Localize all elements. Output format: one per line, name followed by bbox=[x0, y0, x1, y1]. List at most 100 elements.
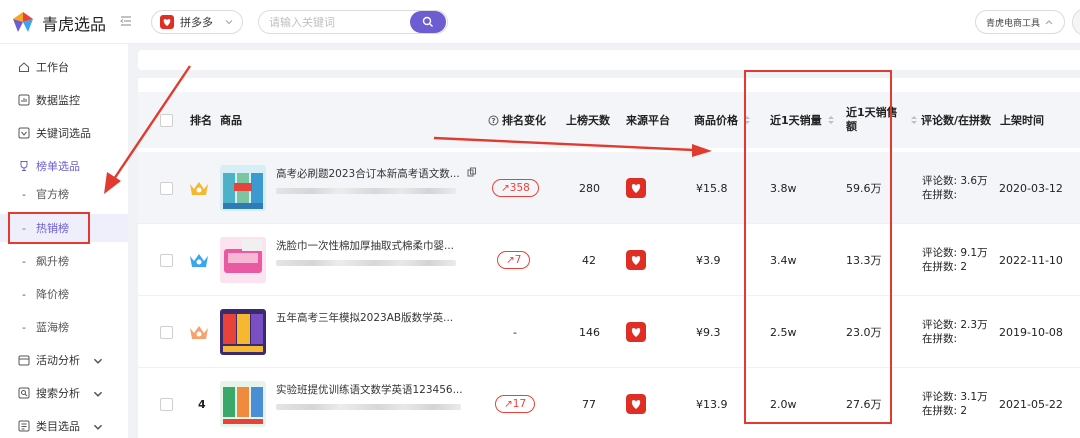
col-product: 商品 bbox=[220, 114, 242, 127]
col-rank-change[interactable]: ? 排名变化 bbox=[488, 92, 546, 148]
rank-crown-orange-icon bbox=[188, 296, 210, 368]
table-row[interactable]: 洗脸巾一次性棉加厚抽取式棉柔巾婴... ↗7 42 ¥3.9 3.4w 13.3… bbox=[138, 224, 1080, 296]
sidebar-item-ranking[interactable]: 榜单选品 bbox=[0, 151, 128, 181]
comment-count: 评论数: 3.1万 bbox=[922, 391, 988, 403]
row-checkbox[interactable] bbox=[160, 224, 173, 296]
copy-icon[interactable] bbox=[467, 167, 477, 177]
rank-change: - bbox=[513, 325, 517, 339]
sidebar-sub-label: 飙升榜 bbox=[35, 255, 69, 268]
sidebar-sub-blue-ocean[interactable]: - 蓝海榜 bbox=[0, 313, 128, 341]
sidebar-item-label: 搜索分析 bbox=[36, 387, 80, 400]
calendar-icon bbox=[18, 355, 30, 366]
sidebar-item-activity[interactable]: 活动分析 bbox=[0, 345, 128, 375]
search-analysis-icon bbox=[18, 387, 30, 399]
source-platform[interactable] bbox=[626, 224, 646, 296]
blurred-shop-info bbox=[276, 188, 456, 194]
pinning-count: 在拼数: 2 bbox=[922, 405, 968, 417]
search-button[interactable] bbox=[410, 11, 446, 33]
sidebar-sub-price-drop[interactable]: - 降价榜 bbox=[0, 280, 128, 308]
product-name[interactable]: 高考必刷题2023合订本新高考语文数... bbox=[276, 166, 477, 181]
keyword-icon bbox=[18, 127, 30, 139]
pinning-count: 在拼数: bbox=[922, 333, 958, 345]
ecommerce-tools-button[interactable]: 青虎电商工具 bbox=[975, 10, 1065, 34]
pinduoduo-icon bbox=[626, 394, 646, 414]
product-name[interactable]: 实验班提优训练语文数学英语123456... bbox=[276, 382, 463, 397]
menu-collapse-icon[interactable] bbox=[120, 15, 132, 27]
col-comments-label: 评论数/在拼数 bbox=[921, 114, 992, 127]
chevron-down-icon bbox=[225, 20, 233, 25]
pinning-count: 在拼数: 2 bbox=[922, 261, 968, 273]
avatar[interactable] bbox=[1072, 8, 1080, 36]
listed-date: 2022-11-10 bbox=[999, 253, 1063, 267]
help-icon: ? bbox=[488, 115, 499, 125]
chevron-down-icon bbox=[93, 424, 103, 430]
chevron-up-icon bbox=[1045, 20, 1053, 25]
sort-icon bbox=[911, 116, 917, 124]
rank-number: 4 bbox=[198, 397, 206, 411]
table-row[interactable]: 4 实验班提优训练语文数学英语123456... ↗17 77 ¥13.9 2.… bbox=[138, 368, 1080, 438]
col-comments[interactable]: 评论数/在拼数 bbox=[910, 92, 991, 148]
table-header: 排名 商品 ? 排名变化 上榜天数 来源平台 商品价格 近1天销量 近1天销售 … bbox=[138, 92, 1080, 148]
app-name: 青虎选品 bbox=[42, 15, 107, 34]
source-platform[interactable] bbox=[626, 368, 646, 438]
price: ¥15.8 bbox=[696, 181, 728, 195]
col-days: 上榜天数 bbox=[566, 114, 610, 127]
product-thumbnail[interactable] bbox=[220, 296, 266, 368]
sidebar-item-workbench[interactable]: 工作台 bbox=[0, 52, 128, 82]
sidebar-item-category[interactable]: 类目选品 bbox=[0, 411, 128, 438]
table-row[interactable]: 五年高考三年模拟2023AB版数学英... - 146 ¥9.3 2.5w 23… bbox=[138, 296, 1080, 368]
sidebar-item-data-monitor[interactable]: 数据监控 bbox=[0, 85, 128, 115]
product-name[interactable]: 洗脸巾一次性棉加厚抽取式棉柔巾婴... bbox=[276, 238, 454, 253]
blurred-shop-info bbox=[276, 260, 456, 266]
rank-change: ↗7 bbox=[497, 224, 531, 296]
comment-count: 评论数: 2.3万 bbox=[922, 319, 988, 331]
pinduoduo-icon bbox=[626, 322, 646, 342]
product-thumbnail[interactable] bbox=[220, 224, 266, 296]
select-all-checkbox[interactable] bbox=[160, 92, 173, 148]
sidebar-item-label: 关键词选品 bbox=[36, 127, 91, 140]
col-price-label: 商品价格 bbox=[694, 114, 738, 127]
sidebar-item-label: 类目选品 bbox=[36, 420, 80, 433]
platform-select[interactable]: 拼多多 bbox=[151, 10, 243, 34]
product-thumbnail[interactable] bbox=[220, 368, 266, 438]
source-platform[interactable] bbox=[626, 296, 646, 368]
col-price[interactable]: 商品价格 bbox=[694, 92, 751, 148]
days-on-list: 77 bbox=[582, 397, 596, 411]
rank-change: ↗358 bbox=[492, 152, 539, 224]
category-icon bbox=[18, 420, 30, 432]
pinning-count: 在拼数: bbox=[922, 189, 958, 201]
product-thumbnail[interactable] bbox=[220, 152, 266, 224]
pinduoduo-icon bbox=[160, 15, 174, 29]
product-name[interactable]: 五年高考三年模拟2023AB版数学英... bbox=[276, 310, 453, 325]
sidebar-sub-rising[interactable]: - 飙升榜 bbox=[0, 247, 128, 275]
price: ¥3.9 bbox=[696, 253, 721, 267]
chevron-down-icon bbox=[93, 391, 103, 397]
sidebar-item-label: 工作台 bbox=[36, 61, 69, 74]
rank-crown-blue-icon bbox=[188, 224, 210, 296]
trophy-icon bbox=[20, 161, 28, 171]
col-rank: 排名 bbox=[190, 114, 212, 127]
filter-panel bbox=[138, 50, 1080, 70]
row-checkbox[interactable] bbox=[160, 296, 173, 368]
comment-count: 评论数: 3.6万 bbox=[922, 175, 988, 187]
sidebar-item-label: 活动分析 bbox=[36, 354, 80, 367]
pinduoduo-icon bbox=[626, 178, 646, 198]
blurred-shop-info bbox=[276, 404, 461, 410]
sidebar-item-search-analysis[interactable]: 搜索分析 bbox=[0, 378, 128, 408]
row-checkbox[interactable] bbox=[160, 368, 173, 438]
table-row[interactable]: 高考必刷题2023合订本新高考语文数... ↗358 280 ¥15.8 3.8… bbox=[138, 152, 1080, 224]
sidebar-sub-label: 蓝海榜 bbox=[35, 321, 69, 334]
home-icon bbox=[19, 62, 29, 72]
col-listed: 上架时间 bbox=[1000, 114, 1044, 127]
days-on-list: 280 bbox=[579, 181, 600, 195]
sidebar-item-keyword[interactable]: 关键词选品 bbox=[0, 118, 128, 148]
trend-up-badge: ↗17 bbox=[495, 395, 536, 413]
svg-text:?: ? bbox=[491, 117, 495, 125]
comments-cell: 评论数: 9.1万 在拼数: 2 bbox=[922, 224, 988, 296]
pinduoduo-icon bbox=[626, 250, 646, 270]
row-checkbox[interactable] bbox=[160, 152, 173, 224]
sidebar-sub-official[interactable]: - 官方榜 bbox=[0, 180, 128, 208]
days-on-list: 146 bbox=[579, 325, 600, 339]
source-platform[interactable] bbox=[626, 152, 646, 224]
app-logo-icon bbox=[13, 12, 33, 32]
